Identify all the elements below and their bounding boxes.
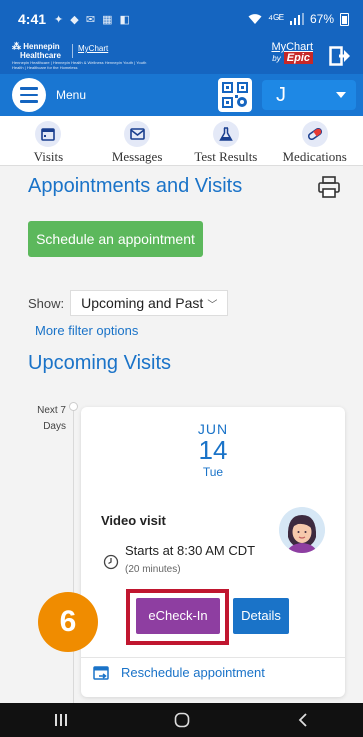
show-filter-select[interactable]: Upcoming and Past ﹀ bbox=[70, 290, 229, 316]
reschedule-appointment-link[interactable]: Reschedule appointment bbox=[121, 665, 265, 680]
status-time: 4:41 bbox=[18, 11, 47, 27]
details-button[interactable]: Details bbox=[233, 598, 289, 634]
show-filter-row: Show: Upcoming and Past ﹀ bbox=[28, 290, 229, 316]
android-nav-bar bbox=[0, 703, 363, 737]
timeline-label: Next 7 Days bbox=[28, 403, 66, 435]
home-icon bbox=[174, 712, 189, 728]
hamburger-icon bbox=[20, 100, 38, 103]
show-label: Show: bbox=[28, 295, 65, 311]
provider-avatar bbox=[279, 507, 325, 553]
timeline-label-line1: Next 7 bbox=[37, 405, 66, 416]
hennepin-logo[interactable]: ⁂ Hennepin Healthcare bbox=[12, 41, 61, 61]
caret-down-icon bbox=[336, 92, 346, 98]
menu-button[interactable] bbox=[12, 78, 46, 112]
shortcut-label: Visits bbox=[33, 149, 64, 164]
shortcut-label: Messages bbox=[111, 149, 163, 164]
qr-code-button[interactable] bbox=[218, 78, 252, 112]
visit-duration: (20 minutes) bbox=[125, 564, 181, 575]
visit-start-time: Starts at 8:30 AM CDT bbox=[125, 543, 256, 558]
card-divider bbox=[81, 657, 345, 658]
print-icon[interactable] bbox=[318, 176, 340, 198]
envelope-icon bbox=[124, 121, 151, 147]
calendar-icon bbox=[35, 121, 62, 147]
wifi-icon bbox=[248, 14, 262, 24]
logout-icon[interactable] bbox=[329, 46, 351, 66]
schedule-appointment-button[interactable]: Schedule an appointment bbox=[28, 221, 203, 257]
home-button[interactable] bbox=[152, 703, 212, 737]
mychart-link[interactable]: MyChart bbox=[78, 44, 108, 53]
chevron-down-icon: ﹀ bbox=[207, 300, 218, 311]
user-initial: J bbox=[276, 84, 286, 106]
signal-icon bbox=[289, 13, 304, 25]
back-chevron-icon bbox=[298, 713, 307, 727]
qr-code-icon bbox=[222, 82, 248, 108]
shortcut-visits[interactable]: Visits bbox=[5, 116, 91, 165]
flask-icon bbox=[212, 121, 239, 147]
notification-icons: ✦ ◆ ✉ ▦ ◧ bbox=[54, 13, 132, 26]
status-right: ⁴ᴳᴱ 67% bbox=[248, 12, 349, 26]
recent-apps-button[interactable] bbox=[31, 703, 91, 737]
menu-bar: Menu J bbox=[0, 74, 363, 116]
shortcut-label: Test Results bbox=[194, 149, 258, 164]
shortcut-medications[interactable]: Medications bbox=[272, 116, 358, 165]
user-switcher[interactable]: J bbox=[262, 80, 356, 110]
visit-weekday: Tue bbox=[202, 465, 224, 479]
mychart-epic-logo: MyChart by Epic bbox=[271, 42, 313, 64]
recent-apps-icon bbox=[54, 714, 67, 726]
visit-type: Video visit bbox=[101, 513, 166, 528]
battery-icon bbox=[340, 12, 349, 26]
battery-percent: 67% bbox=[309, 12, 334, 26]
clock-icon bbox=[103, 554, 119, 570]
menu-label[interactable]: Menu bbox=[56, 88, 86, 102]
brand-tagline: Hennepin Healthcare | Hennepin Health & … bbox=[12, 60, 147, 70]
visit-day: 14 bbox=[198, 435, 228, 465]
hamburger-icon bbox=[20, 87, 38, 90]
visit-date: JUN 14 Tue bbox=[81, 421, 345, 479]
shortcut-test-results[interactable]: Test Results bbox=[183, 116, 269, 165]
back-button[interactable] bbox=[273, 703, 333, 737]
org-name-line1: Hennepin bbox=[23, 42, 60, 51]
timeline-dot bbox=[69, 402, 78, 411]
shortcut-nav: Visits Messages Test Results Medications bbox=[0, 116, 363, 166]
status-bar: 4:41 ✦ ◆ ✉ ▦ ◧ ⁴ᴳᴱ 67% bbox=[0, 0, 363, 38]
mychart-logo-by: by bbox=[272, 54, 281, 63]
brand-divider bbox=[72, 44, 73, 58]
echeckin-button[interactable]: eCheck-In bbox=[136, 598, 220, 634]
brand-bar: ⁂ Hennepin Healthcare MyChart Hennepin H… bbox=[0, 38, 363, 74]
page-title: Appointments and Visits bbox=[28, 175, 243, 197]
upcoming-visits-heading: Upcoming Visits bbox=[28, 352, 172, 374]
epic-logo: Epic bbox=[283, 52, 313, 64]
visit-card[interactable]: JUN 14 Tue Video visit Starts at 8:30 AM… bbox=[81, 407, 345, 697]
timeline-label-line2: Days bbox=[43, 421, 66, 432]
shortcut-label: Medications bbox=[282, 149, 347, 164]
timeline-line bbox=[73, 408, 74, 708]
hennepin-mark-icon: ⁂ bbox=[12, 41, 21, 51]
reschedule-calendar-icon bbox=[93, 666, 109, 680]
org-name-line2: Healthcare bbox=[20, 51, 61, 60]
step-number-badge: 6 bbox=[38, 592, 98, 652]
show-filter-value: Upcoming and Past bbox=[81, 295, 204, 311]
network-type: ⁴ᴳᴱ bbox=[267, 12, 284, 26]
more-filter-options-link[interactable]: More filter options bbox=[35, 323, 138, 338]
hamburger-icon bbox=[20, 93, 38, 97]
pill-icon bbox=[301, 121, 328, 147]
shortcut-messages[interactable]: Messages bbox=[94, 116, 180, 165]
